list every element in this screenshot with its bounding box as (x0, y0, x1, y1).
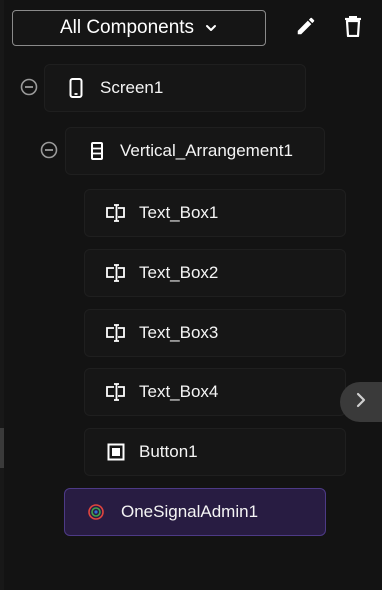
rename-button[interactable] (292, 14, 320, 42)
textbox-icon (105, 202, 127, 224)
tree-item-label: Text_Box4 (139, 382, 219, 401)
collapse-arrangement-toggle[interactable] (40, 141, 58, 164)
tree-item-label: Text_Box3 (139, 323, 219, 342)
panel-edge (0, 0, 4, 590)
tree-item-onesignal[interactable]: OneSignalAdmin1 (64, 488, 326, 536)
trash-icon (343, 15, 363, 42)
tree-item-textbox[interactable]: Text_Box1 (84, 189, 346, 237)
tree-item-textbox[interactable]: Text_Box3 (84, 309, 346, 357)
tree-item-screen[interactable]: Screen1 (44, 64, 306, 112)
collapse-icon (20, 78, 38, 101)
tree-item-label: Text_Box1 (139, 203, 219, 222)
tree-item-textbox[interactable]: Text_Box2 (84, 249, 346, 297)
collapse-screen-toggle[interactable] (20, 78, 38, 101)
textbox-icon (105, 381, 127, 403)
phone-icon (65, 77, 87, 99)
tree-item-button[interactable]: Button1 (84, 428, 346, 476)
tree-item-arrangement[interactable]: Vertical_Arrangement1 (65, 127, 325, 175)
tree-item-label: Text_Box2 (139, 263, 219, 282)
onesignal-icon (85, 501, 107, 523)
delete-button[interactable] (339, 14, 367, 42)
textbox-icon (105, 262, 127, 284)
tree-item-label: Vertical_Arrangement1 (120, 141, 293, 160)
tree-item-label: Screen1 (100, 78, 164, 97)
tree-item-label: Button1 (139, 442, 198, 461)
pencil-icon (295, 15, 317, 42)
vertical-arrangement-icon (86, 140, 108, 162)
resize-handle[interactable] (0, 428, 4, 468)
tree-item-label: OneSignalAdmin1 (121, 502, 259, 521)
collapse-icon (40, 141, 58, 164)
expand-panel-button[interactable] (340, 382, 382, 422)
chevron-right-icon (354, 392, 368, 413)
textbox-icon (105, 322, 127, 344)
button-icon (105, 441, 127, 463)
filter-label: All Components (59, 17, 195, 38)
tree-item-textbox[interactable]: Text_Box4 (84, 368, 346, 416)
chevron-down-icon (204, 21, 218, 35)
component-filter-dropdown[interactable]: All Components (12, 10, 266, 46)
